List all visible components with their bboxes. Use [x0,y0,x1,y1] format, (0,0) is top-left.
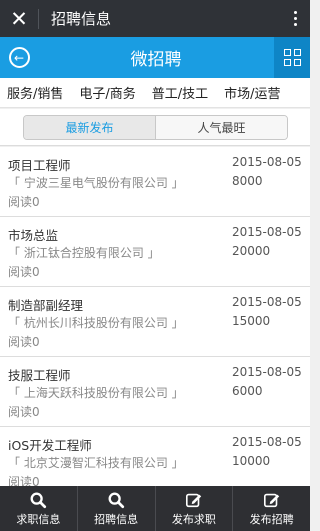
job-date: 2015-08-05 [232,155,302,169]
bottom-nav: 求职信息 招聘信息 发布求职 发布招聘 [0,486,310,531]
list-item[interactable]: 技服工程师 2015-08-05 「 上海天跃科技股份有限公司 」 6000 阅… [0,357,310,427]
edit-icon [185,493,202,507]
job-salary: 8000 [232,174,263,188]
job-salary: 20000 [232,244,271,258]
tab-latest[interactable]: 最新发布 [24,116,156,139]
nav-label: 发布求职 [171,512,216,526]
job-reads: 阅读0 [8,335,40,349]
tab-group: 最新发布 人气最旺 [23,115,288,140]
job-date: 2015-08-05 [232,295,302,309]
nav-recruitment[interactable]: 招聘信息 [78,486,156,531]
job-reads: 阅读0 [8,195,40,209]
tab-bar: 最新发布 人气最旺 [0,109,310,146]
grid-icon [283,49,301,66]
title-bar: ✕ 招聘信息 [0,0,310,37]
job-salary: 15000 [232,314,271,328]
grid-menu-button[interactable] [274,37,310,78]
job-reads: 阅读0 [8,475,40,486]
job-company: 「 北京艾漫智汇科技有限公司 」 [8,456,184,470]
job-salary: 6000 [232,384,263,398]
search-icon [108,492,125,508]
nav-label: 求职信息 [16,512,61,526]
category-bar: 服务/销售 电子/商务 普工/技工 市场/运营 [0,78,310,108]
job-position: 项目工程师 [8,158,71,173]
nav-post-job-seeking[interactable]: 发布求职 [156,486,234,531]
job-date: 2015-08-05 [232,225,302,239]
app-header: ← 微招聘 [0,37,310,78]
list-item[interactable]: 市场总监 2015-08-05 「 浙江钛合控股有限公司 」 20000 阅读0 [0,217,310,287]
list-item[interactable]: 项目工程师 2015-08-05 「 宁波三星电气股份有限公司 」 8000 阅… [0,147,310,217]
job-position: iOS开发工程师 [8,438,92,453]
nav-label: 招聘信息 [94,512,139,526]
edit-icon [263,493,279,507]
job-company: 「 杭州长川科技股份有限公司 」 [8,316,184,330]
job-list: 项目工程师 2015-08-05 「 宁波三星电气股份有限公司 」 8000 阅… [0,147,310,486]
nav-label: 发布招聘 [249,512,294,526]
nav-post-recruitment[interactable]: 发布招聘 [233,486,310,531]
more-vertical-icon[interactable] [280,0,310,37]
job-reads: 阅读0 [8,405,40,419]
window-title: 招聘信息 [51,10,112,28]
job-position: 市场总监 [8,228,59,243]
job-company: 「 上海天跃科技股份有限公司 」 [8,386,184,400]
job-position: 制造部副经理 [8,298,84,313]
job-date: 2015-08-05 [232,435,302,449]
category-general-technical[interactable]: 普工/技工 [144,83,216,102]
job-position: 技服工程师 [8,368,71,383]
back-button[interactable]: ← [0,37,38,78]
close-icon[interactable]: ✕ [0,0,38,37]
tab-popular[interactable]: 人气最旺 [156,116,287,139]
job-reads: 阅读0 [8,265,40,279]
search-icon [30,492,47,508]
header-title: 微招聘 [130,50,182,70]
job-date: 2015-08-05 [232,365,302,379]
page: ✕ 招聘信息 ← 微招聘 服务/销售 电子/商务 普工/技工 市场/运营 最新发… [0,0,310,531]
job-salary: 10000 [232,454,271,468]
list-item[interactable]: 制造部副经理 2015-08-05 「 杭州长川科技股份有限公司 」 15000… [0,287,310,357]
category-electronics-commerce[interactable]: 电子/商务 [71,83,143,102]
job-company: 「 宁波三星电气股份有限公司 」 [8,176,184,190]
nav-job-seeking[interactable]: 求职信息 [0,486,78,531]
category-service-sales[interactable]: 服务/销售 [0,83,71,102]
category-marketing-operations[interactable]: 市场/运营 [216,83,288,102]
list-item[interactable]: iOS开发工程师 2015-08-05 「 北京艾漫智汇科技有限公司 」 100… [0,427,310,486]
job-company: 「 浙江钛合控股有限公司 」 [8,246,160,260]
back-circle-icon: ← [8,47,30,68]
